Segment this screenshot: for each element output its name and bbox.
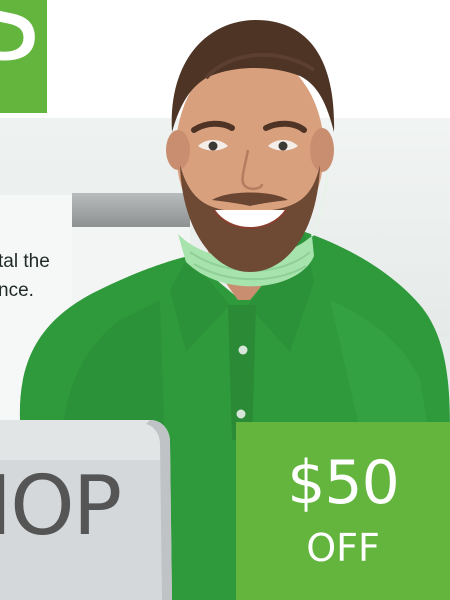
discount-amount: $50 (287, 448, 400, 518)
ear-left (166, 130, 190, 170)
discount-off-label: OFF (306, 526, 380, 570)
shirt-button (238, 345, 248, 355)
ear-right (310, 128, 334, 172)
discount-badge[interactable]: $50 OFF (236, 422, 450, 600)
shirt-placket (228, 305, 256, 440)
shirt-button (236, 409, 246, 419)
laptop-shop-text: IOP (0, 459, 122, 554)
